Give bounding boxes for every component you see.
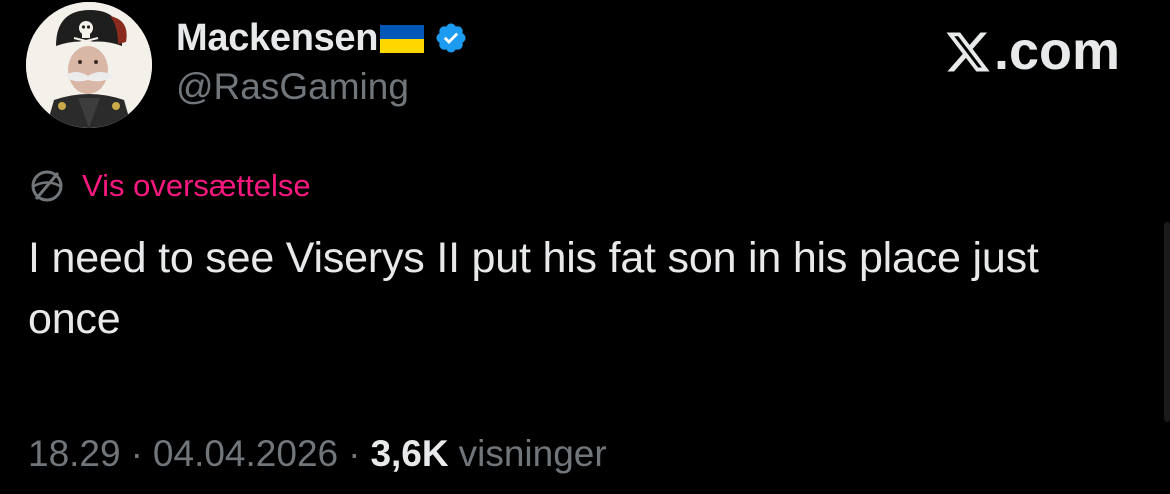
globe-icon (28, 167, 66, 205)
avatar-illustration (26, 2, 152, 128)
tweet-meta: 18.29 · 04.04.2026 · 3,6K visninger (28, 430, 607, 478)
meta-separator: · (130, 433, 143, 474)
meta-separator: · (348, 433, 361, 474)
views-count[interactable]: 3,6K (370, 433, 448, 475)
verified-icon[interactable] (434, 21, 468, 55)
ukraine-flag-icon (380, 25, 425, 53)
translate-link[interactable]: Vis oversættelse (82, 168, 311, 204)
tweet-card: Mackensen @RasGaming .com Vis oversættel… (0, 0, 1170, 494)
avatar[interactable] (26, 2, 152, 128)
views-label: visninger (458, 433, 607, 474)
brand-label: .com (993, 21, 1120, 81)
x-logo-icon (944, 27, 992, 75)
author-handle[interactable]: @RasGaming (176, 66, 409, 108)
author-display-name[interactable]: Mackensen (176, 17, 378, 60)
author-name-row[interactable]: Mackensen (176, 14, 468, 62)
scrollbar[interactable] (1164, 222, 1170, 422)
brand-mark: .com (944, 20, 1120, 82)
tweet-text: I need to see Viserys II put his fat son… (28, 234, 1039, 343)
tweet-time[interactable]: 18.29 (28, 433, 121, 475)
translate-row[interactable]: Vis oversættelse (28, 164, 311, 208)
tweet-date[interactable]: 04.04.2026 (153, 433, 338, 475)
